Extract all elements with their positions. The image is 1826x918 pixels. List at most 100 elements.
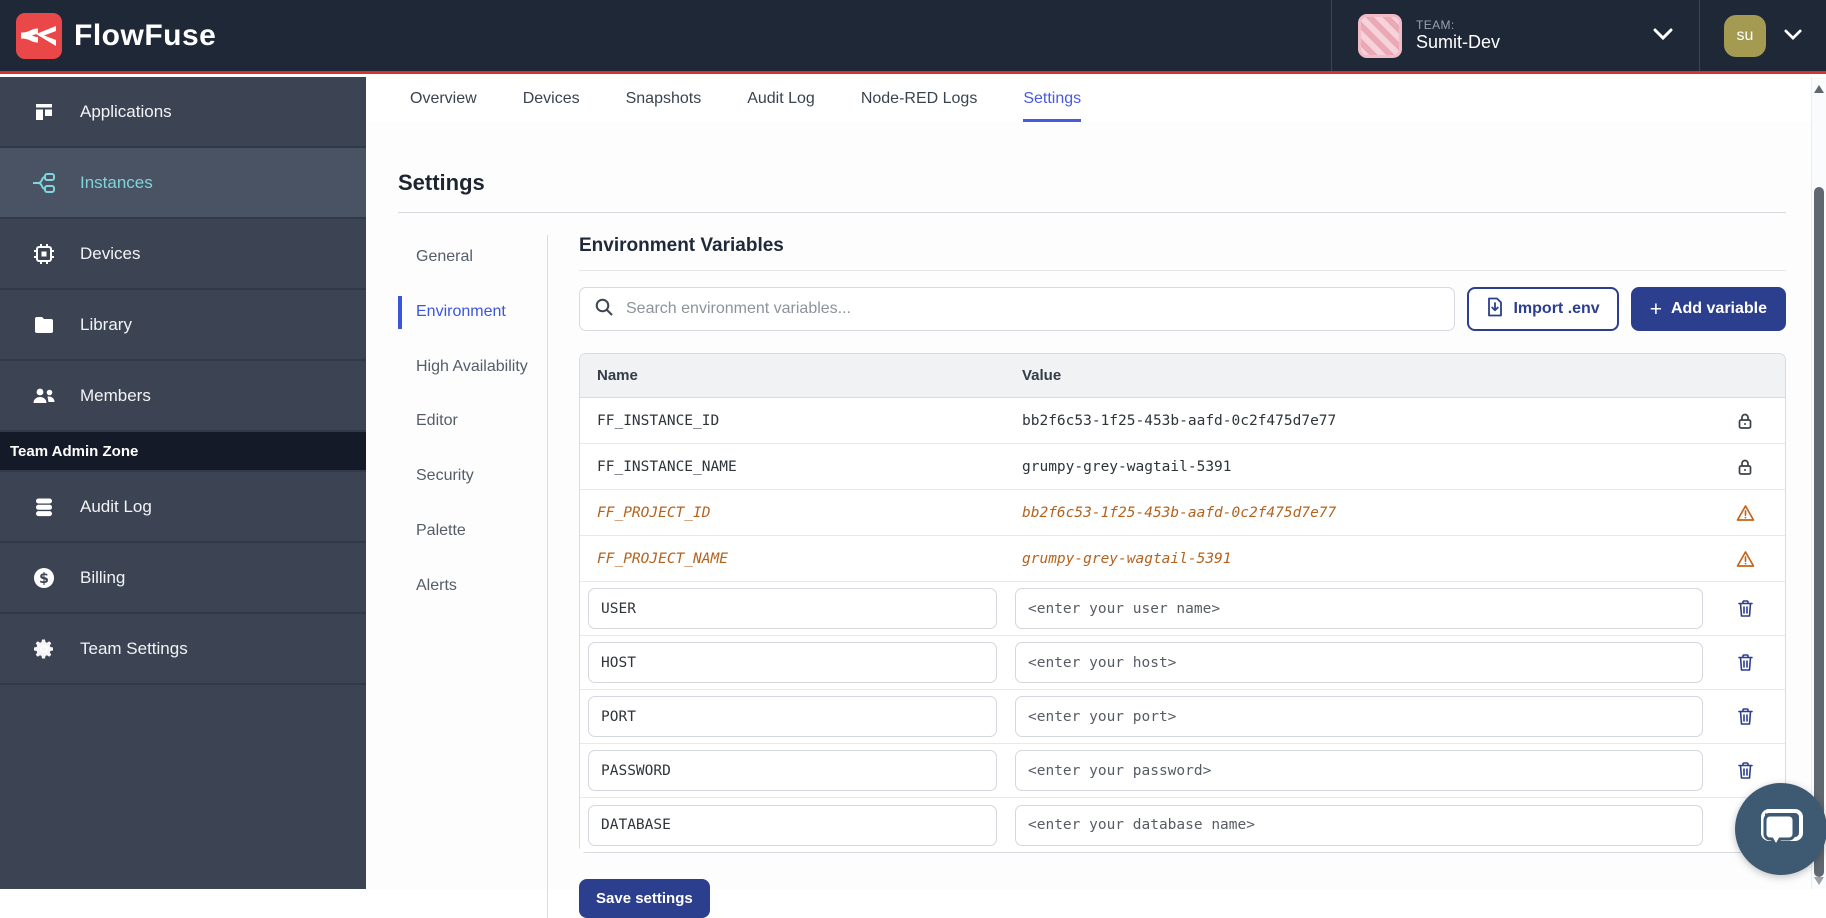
env-value-input[interactable]: [1015, 588, 1703, 629]
env-value-input[interactable]: [1015, 750, 1703, 791]
sidebar: Applications Instances Devices Library M…: [0, 77, 366, 889]
delete-variable-button[interactable]: [1705, 653, 1785, 672]
env-name-input[interactable]: [588, 588, 997, 629]
env-name: FF_INSTANCE_ID: [580, 413, 1005, 429]
delete-variable-button[interactable]: [1705, 761, 1785, 780]
sidebar-item-instances[interactable]: Instances: [0, 148, 366, 219]
sidebar-item-team-settings[interactable]: Team Settings: [0, 614, 366, 685]
tab-overview[interactable]: Overview: [410, 77, 477, 122]
env-search-box: [579, 287, 1455, 331]
sidebar-item-audit-log[interactable]: Audit Log: [0, 472, 366, 543]
page-title: Settings: [398, 170, 1786, 196]
instance-tabbar: Overview Devices Snapshots Audit Log Nod…: [366, 77, 1826, 122]
subnav-environment[interactable]: Environment: [398, 296, 547, 329]
delete-variable-button[interactable]: [1705, 707, 1785, 726]
flowfuse-logo[interactable]: FlowFuse: [0, 13, 216, 59]
team-avatar: [1358, 14, 1402, 58]
env-value-input[interactable]: [1015, 696, 1703, 737]
instances-icon: [30, 171, 58, 195]
subnav-general[interactable]: General: [398, 241, 547, 274]
warning-icon: [1705, 504, 1785, 522]
sidebar-item-applications[interactable]: Applications: [0, 77, 366, 148]
subnav-security[interactable]: Security: [398, 460, 547, 493]
table-row: [580, 690, 1785, 744]
subnav-high-availability[interactable]: High Availability: [398, 351, 547, 384]
table-row: FF_PROJECT_ID bb2f6c53-1f25-453b-aafd-0c…: [580, 490, 1785, 536]
env-value: grumpy-grey-wagtail-5391: [1005, 459, 1705, 475]
plus-icon: +: [1650, 299, 1662, 320]
env-value-input[interactable]: [1015, 642, 1703, 683]
warning-icon: [1705, 550, 1785, 568]
env-name: FF_INSTANCE_NAME: [580, 459, 1005, 475]
table-header: Name Value: [580, 354, 1785, 398]
env-name: FF_PROJECT_NAME: [580, 551, 1005, 567]
sidebar-item-members[interactable]: Members: [0, 361, 366, 432]
scroll-up-arrow-icon[interactable]: [1814, 85, 1824, 93]
delete-variable-button[interactable]: [1705, 599, 1785, 618]
tab-settings[interactable]: Settings: [1023, 77, 1081, 122]
sidebar-item-library[interactable]: Library: [0, 290, 366, 361]
table-row: [580, 798, 1785, 852]
env-name-input[interactable]: [588, 696, 997, 737]
brand-name: FlowFuse: [74, 19, 216, 53]
flowfuse-logo-icon: [16, 13, 62, 59]
devices-icon: [30, 242, 58, 266]
scrollbar-thumb[interactable]: [1814, 187, 1824, 877]
table-row: FF_INSTANCE_NAME grumpy-grey-wagtail-539…: [580, 444, 1785, 490]
lock-icon: [1705, 458, 1785, 476]
scroll-down-arrow-icon[interactable]: [1814, 877, 1824, 885]
chat-widget-button[interactable]: [1735, 783, 1826, 875]
env-name: FF_PROJECT_ID: [580, 505, 1005, 521]
table-row: [580, 744, 1785, 798]
sidebar-item-label: Members: [80, 386, 151, 406]
add-variable-button[interactable]: + Add variable: [1631, 287, 1786, 331]
env-name-input[interactable]: [588, 805, 997, 846]
settings-subnav: General Environment High Availability Ed…: [398, 235, 547, 918]
chevron-down-icon: [1784, 27, 1802, 45]
env-name-input[interactable]: [588, 750, 997, 791]
table-row: FF_INSTANCE_ID bb2f6c53-1f25-453b-aafd-0…: [580, 398, 1785, 444]
table-row: [580, 636, 1785, 690]
env-search-input[interactable]: [626, 300, 1440, 318]
members-icon: [30, 384, 58, 408]
env-value-input[interactable]: [1015, 805, 1703, 846]
user-menu[interactable]: su: [1699, 0, 1826, 71]
billing-icon: $: [30, 566, 58, 590]
chevron-down-icon: [1653, 27, 1673, 45]
save-settings-button[interactable]: Save settings: [579, 879, 710, 918]
env-value: grumpy-grey-wagtail-5391: [1005, 551, 1705, 567]
env-variables-heading: Environment Variables: [579, 235, 1786, 271]
sidebar-item-label: Instances: [80, 173, 153, 193]
team-selector[interactable]: TEAM: Sumit-Dev: [1331, 0, 1699, 71]
table-row: [580, 582, 1785, 636]
tab-node-red-logs[interactable]: Node-RED Logs: [861, 77, 978, 122]
env-name-input[interactable]: [588, 642, 997, 683]
subnav-palette[interactable]: Palette: [398, 515, 547, 548]
audit-log-icon: [30, 495, 58, 519]
import-file-icon: [1486, 297, 1504, 322]
app-header: FlowFuse TEAM: Sumit-Dev su: [0, 0, 1826, 74]
sidebar-item-label: Applications: [80, 102, 172, 122]
tab-audit-log[interactable]: Audit Log: [747, 77, 815, 122]
column-header-name: Name: [580, 367, 1005, 384]
subnav-alerts[interactable]: Alerts: [398, 570, 547, 603]
sidebar-item-label: Team Settings: [80, 639, 188, 659]
env-variables-table: Name Value FF_INSTANCE_ID bb2f6c53-1f25-…: [579, 353, 1786, 853]
team-label: TEAM:: [1416, 18, 1500, 32]
sidebar-item-billing[interactable]: $ Billing: [0, 543, 366, 614]
lock-icon: [1705, 412, 1785, 430]
team-name: Sumit-Dev: [1416, 32, 1500, 54]
import-env-button[interactable]: Import .env: [1467, 287, 1618, 331]
tab-snapshots[interactable]: Snapshots: [626, 77, 702, 122]
main-content: Overview Devices Snapshots Audit Log Nod…: [366, 77, 1826, 889]
page-scrollbar[interactable]: [1811, 77, 1826, 889]
sidebar-item-devices[interactable]: Devices: [0, 219, 366, 290]
title-divider: [398, 212, 1786, 213]
env-value: bb2f6c53-1f25-453b-aafd-0c2f475d7e77: [1005, 413, 1705, 429]
sidebar-item-label: Devices: [80, 244, 140, 264]
subnav-editor[interactable]: Editor: [398, 405, 547, 438]
svg-text:$: $: [39, 571, 49, 587]
applications-icon: [30, 100, 58, 124]
table-row: FF_PROJECT_NAME grumpy-grey-wagtail-5391: [580, 536, 1785, 582]
tab-devices[interactable]: Devices: [523, 77, 580, 122]
